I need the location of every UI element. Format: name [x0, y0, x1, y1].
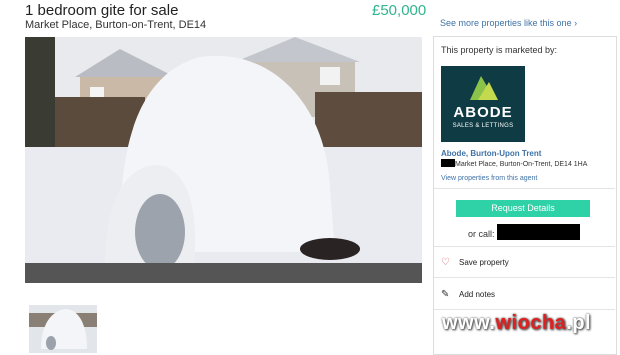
abode-roof-icon: [470, 76, 498, 100]
or-call-label: or call:: [468, 229, 495, 239]
heart-icon: ♡: [441, 257, 450, 268]
logo-subtitle: SALES & LETTINGS: [452, 123, 514, 129]
logo-name: ABODE: [453, 104, 513, 121]
igloo-photo: [25, 37, 422, 283]
prev-photo-button[interactable]: ‹: [175, 285, 179, 297]
photo-pager: ‹ 1 of 1 ›: [167, 285, 229, 297]
watermark-prefix: www.: [442, 312, 496, 334]
watermark: www.wiocha.pl: [442, 312, 591, 335]
photo-thumbnail[interactable]: [29, 305, 97, 353]
thumbnail-image: [29, 305, 97, 353]
agent-name-link[interactable]: Abode, Burton-Upon Trent: [441, 149, 541, 158]
picture-tab[interactable]: Picture 2: [380, 286, 416, 296]
view-agent-properties-link[interactable]: View properties from this agent: [441, 175, 537, 182]
enlarge-button[interactable]: ⊕ Enlarge: [331, 286, 372, 297]
listing-address: Market Place, Burton-on-Trent, DE14: [25, 19, 207, 31]
agent-logo[interactable]: ABODE SALES & LETTINGS: [441, 66, 525, 142]
add-notes-button[interactable]: ✎ Add notes: [441, 289, 495, 300]
watermark-suffix: .pl: [566, 312, 592, 334]
request-details-button[interactable]: Request Details: [456, 200, 590, 217]
redaction-block: [441, 159, 455, 167]
zoom-icon: ⊕: [331, 286, 339, 296]
divider: [434, 277, 615, 278]
agent-address-text: Market Place, Burton-On-Trent, DE14 1HA: [455, 161, 588, 168]
listing-title: 1 bedroom gite for sale: [25, 2, 179, 19]
photo-control-bar: [25, 263, 422, 283]
divider: [434, 309, 615, 310]
pager-count: 1 of 1: [186, 286, 210, 296]
next-photo-button[interactable]: ›: [217, 285, 221, 297]
phone-redaction: [497, 224, 580, 240]
add-notes-label: Add notes: [459, 290, 496, 299]
pencil-icon: ✎: [441, 289, 450, 300]
save-property-button[interactable]: ♡ Save property: [441, 257, 509, 268]
marketed-by-label: This property is marketed by:: [441, 45, 558, 55]
see-more-link[interactable]: See more properties like this one ›: [440, 18, 577, 28]
listing-price: £50,000: [372, 2, 427, 19]
save-property-label: Save property: [459, 258, 509, 267]
divider: [434, 246, 615, 247]
main-photo[interactable]: [25, 37, 422, 283]
divider: [434, 188, 615, 189]
agent-address: Market Place, Burton-On-Trent, DE14 1HA: [441, 159, 587, 168]
watermark-brand: wiocha: [495, 312, 567, 334]
enlarge-label: Enlarge: [341, 286, 373, 296]
